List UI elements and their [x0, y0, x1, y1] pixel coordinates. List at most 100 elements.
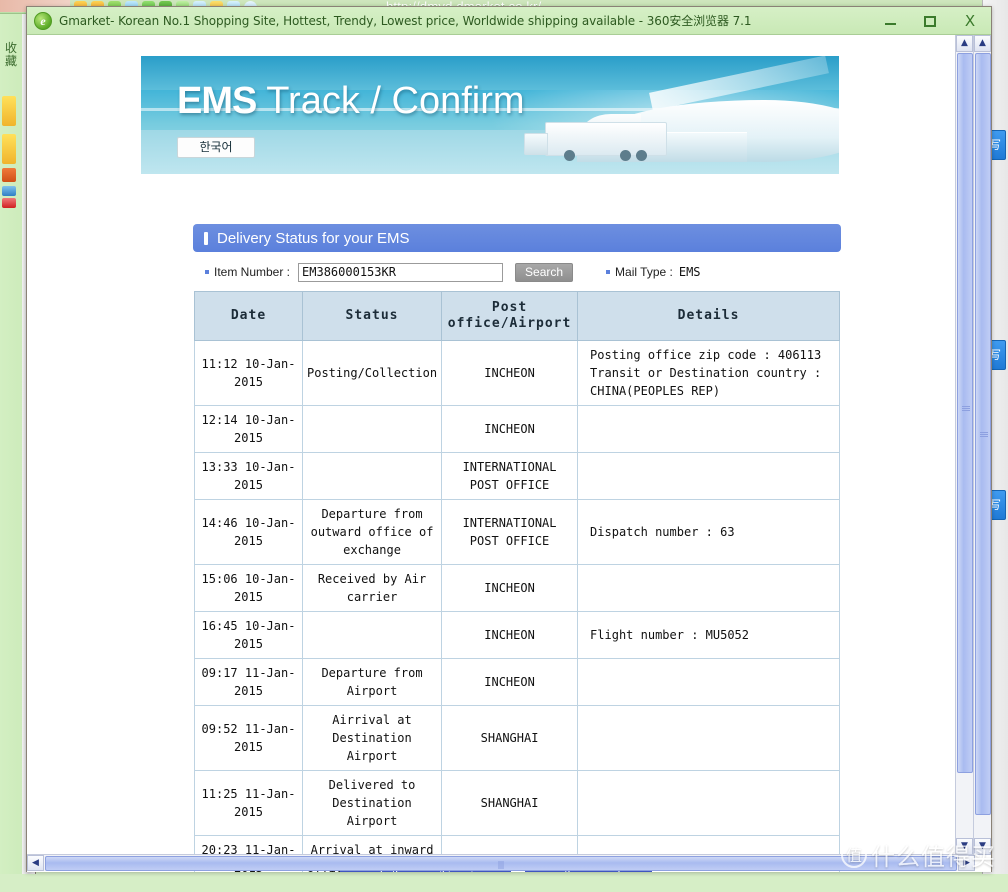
detail-line: Posting office zip code : 406113 — [590, 348, 822, 362]
cell-details — [577, 770, 840, 836]
detail-line: Transit or Destination country : — [590, 366, 822, 380]
search-row: Item Number : Search Mail Type : EMS — [205, 262, 701, 282]
scroll-down-button[interactable]: ▼ — [974, 838, 991, 855]
scroll-thumb-grip — [498, 861, 504, 869]
detail-line: Dispatch number : 63 — [590, 525, 735, 539]
cell-date: 13:33 10-Jan-2015 — [194, 452, 303, 500]
mail-type-group: Mail Type : EMS — [606, 265, 701, 279]
cell-status: Delivered to Destination Airport — [301, 770, 443, 836]
browser-window: e Gmarket- Korean No.1 Shopping Site, Ho… — [26, 6, 992, 872]
cell-details: Posting office zip code : 406113 Transit … — [577, 340, 840, 406]
bullet-square-icon — [205, 270, 209, 274]
window-controls: X — [881, 7, 987, 35]
cell-status — [301, 611, 443, 659]
close-button[interactable]: X — [961, 12, 979, 30]
mail-type-value: EMS — [678, 265, 701, 279]
scroll-left-button[interactable]: ◀ — [27, 855, 44, 871]
column-header-office: Post office/Airport — [441, 291, 579, 341]
tracking-table-body: 11:12 10-Jan-2015 Posting/Collection INCHE… — [194, 340, 840, 872]
truck-wheel-icon — [636, 150, 647, 161]
browser-favicon-icon: e — [34, 11, 52, 30]
banner-title-ems: EMS — [177, 80, 257, 122]
window-vertical-scrollbar[interactable]: ▲ ▼ — [973, 35, 991, 855]
table-row: 09:17 11-Jan-2015 Departure from Airport I… — [194, 658, 840, 706]
background-favorites-label: 收藏 — [4, 41, 17, 68]
cell-status: Received by Air carrier — [301, 564, 443, 612]
table-header-row: Date Status Post office/Airport Details — [194, 291, 840, 341]
window-title: Gmarket- Korean No.1 Shopping Site, Hott… — [59, 14, 752, 28]
table-row: 15:06 10-Jan-2015 Received by Air carrier… — [194, 564, 840, 612]
scroll-down-button[interactable]: ▼ — [956, 838, 973, 855]
table-row: 09:52 11-Jan-2015 Airrival at Destination… — [194, 705, 840, 771]
table-row: 13:33 10-Jan-2015 INTERNATIONAL POST OFFI… — [194, 452, 840, 500]
detail-line: Flight number : MU5052 — [590, 628, 749, 642]
cell-date: 09:52 11-Jan-2015 — [194, 705, 303, 771]
column-header-date: Date — [194, 291, 303, 341]
cell-office: INTERNATIONAL POST OFFICE — [441, 499, 579, 565]
page-horizontal-scrollbar[interactable]: ◀ ▶ — [27, 854, 975, 871]
page-content: EMS Track / Confirm 한국어 Delivery Status … — [27, 35, 965, 872]
banner-title: EMS Track / Confirm — [177, 80, 525, 123]
page-vertical-scrollbar[interactable]: ▲ ▼ — [955, 35, 973, 855]
cell-status: Departure from Airport — [301, 658, 443, 706]
cell-details — [577, 452, 840, 500]
cell-date: 11:12 10-Jan-2015 — [194, 340, 303, 406]
page-viewport: EMS Track / Confirm 한국어 Delivery Status … — [27, 35, 991, 872]
item-number-label: Item Number : — [214, 265, 291, 279]
cell-date: 11:25 11-Jan-2015 — [194, 770, 303, 836]
section-header-title: Delivery Status for your EMS — [217, 229, 410, 247]
background-bottom-edge — [0, 874, 1008, 892]
tracking-table: Date Status Post office/Airport Details … — [194, 291, 840, 872]
cell-status — [301, 405, 443, 453]
cell-office: INTERNATIONAL POST OFFICE — [441, 452, 579, 500]
cell-status: Posting/Collection — [301, 340, 443, 406]
maximize-button[interactable] — [921, 12, 939, 30]
search-button[interactable]: Search — [515, 262, 574, 282]
background-chip — [2, 96, 16, 126]
background-chip — [2, 198, 16, 208]
window-titlebar[interactable]: e Gmarket- Korean No.1 Shopping Site, Ho… — [27, 7, 991, 35]
section-header-bullet-icon — [204, 231, 208, 245]
background-chip — [2, 134, 16, 164]
bullet-square-icon — [606, 270, 611, 274]
item-number-input[interactable] — [298, 262, 504, 282]
scroll-thumb-grip — [962, 406, 970, 411]
background-chip — [2, 168, 16, 182]
mail-type-label: Mail Type : — [615, 265, 673, 279]
horizontal-scroll-thumb[interactable] — [45, 856, 957, 871]
cell-office: INCHEON — [441, 340, 579, 406]
page-vertical-scroll-thumb[interactable] — [957, 53, 973, 773]
cell-status: Departure from outward office of exchang… — [301, 499, 443, 565]
truck-icon — [524, 122, 667, 161]
cell-office: INCHEON — [441, 564, 579, 612]
table-row: 14:46 10-Jan-2015 Departure from outward … — [194, 499, 840, 565]
minimize-button[interactable] — [881, 12, 899, 30]
column-header-office-line1: Post — [491, 300, 528, 315]
cell-date: 14:46 10-Jan-2015 — [194, 499, 303, 565]
table-row: 12:14 10-Jan-2015 INCHEON — [194, 405, 840, 453]
scroll-up-button[interactable]: ▲ — [956, 35, 973, 52]
table-row: 16:45 10-Jan-2015 INCHEON Flight number : … — [194, 611, 840, 659]
cell-date: 16:45 10-Jan-2015 — [194, 611, 303, 659]
scroll-right-button[interactable]: ▶ — [958, 855, 975, 871]
ems-banner: EMS Track / Confirm 한국어 — [141, 56, 839, 174]
table-row: 11:12 10-Jan-2015 Posting/Collection INCHE… — [194, 340, 840, 406]
section-header: Delivery Status for your EMS — [193, 224, 841, 252]
cell-office: INCHEON — [441, 405, 579, 453]
truck-wheel-icon — [620, 150, 631, 161]
background-chip — [2, 186, 16, 196]
table-row: 11:25 11-Jan-2015 Delivered to Destinatio… — [194, 770, 840, 836]
cell-details — [577, 658, 840, 706]
column-header-office-line2: office/Airport — [447, 316, 572, 331]
window-vertical-scroll-thumb[interactable] — [975, 53, 991, 815]
scroll-thumb-grip — [980, 432, 988, 437]
cell-office: SHANGHAI — [441, 770, 579, 836]
cell-office: INCHEON — [441, 611, 579, 659]
column-header-details: Details — [577, 291, 840, 341]
scroll-up-button[interactable]: ▲ — [974, 35, 991, 52]
truck-wheel-icon — [564, 150, 575, 161]
cell-office: INCHEON — [441, 658, 579, 706]
column-header-status: Status — [301, 291, 443, 341]
language-korean-button[interactable]: 한국어 — [177, 137, 255, 158]
detail-line: CHINA(PEOPLES REP) — [590, 384, 721, 398]
